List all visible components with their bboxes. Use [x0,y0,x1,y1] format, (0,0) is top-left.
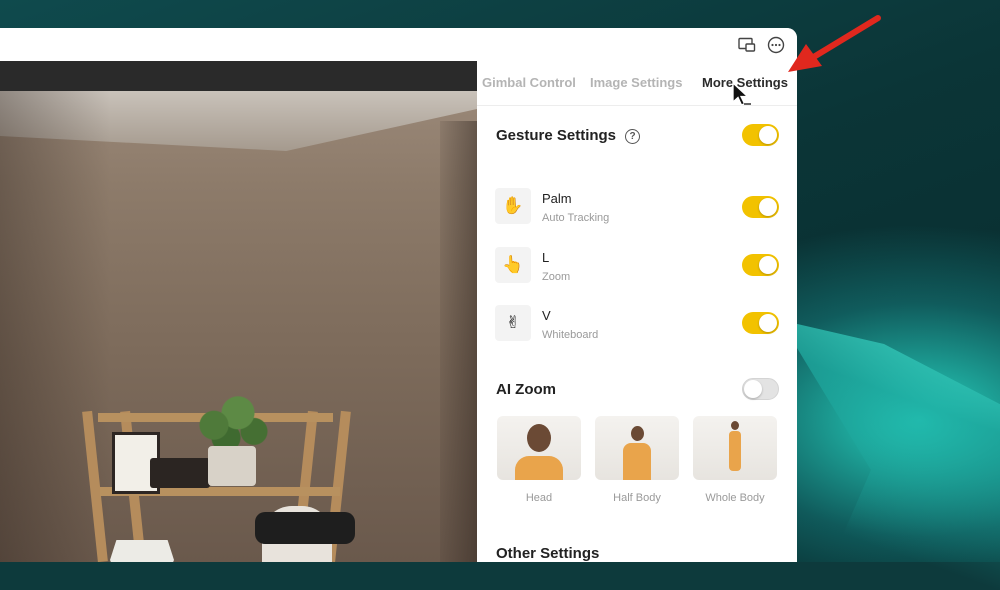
camera-preview [0,61,477,562]
annotation-arrow-icon [788,15,881,72]
tab-gimbal-control[interactable]: Gimbal Control [482,75,576,90]
help-icon[interactable]: ? [625,129,640,144]
gesture-name-l: L [542,250,550,265]
person-body-image [729,431,741,471]
l-gesture-toggle[interactable] [742,254,779,276]
ai-zoom-title: AI Zoom [496,381,556,398]
picture-in-picture-icon[interactable] [738,36,756,54]
other-settings-title: Other Settings [496,545,600,562]
ai-zoom-toggle[interactable] [742,378,779,400]
gesture-desc-v: Whiteboard [542,329,599,341]
vase [110,540,174,562]
gesture-settings-toggle[interactable] [742,124,779,146]
person-head-image [631,426,644,441]
ai-zoom-whole-body-card[interactable] [693,416,777,480]
palm-gesture-icon: ✋ [495,188,531,224]
toggle-knob [759,256,777,274]
person-head-image [731,421,739,430]
gesture-desc-l: Zoom [542,271,571,283]
person-head-image [527,424,551,452]
ai-zoom-head-card[interactable] [497,416,581,480]
palm-gesture-toggle[interactable] [742,196,779,218]
toggle-knob [759,314,777,332]
ai-zoom-whole-body-label: Whole Body [705,492,765,504]
plant-pot [208,446,256,486]
title-bar [0,28,797,61]
preview-toolbar [0,61,477,91]
gesture-settings-title: Gesture Settings [496,127,617,144]
toggle-knob [744,380,762,398]
gesture-desc-palm: Auto Tracking [542,212,610,224]
plant [190,388,270,450]
shelf-items [150,458,210,488]
vr-headset [255,512,355,544]
tab-image-settings[interactable]: Image Settings [590,75,682,90]
ai-zoom-half-body-label: Half Body [613,492,661,504]
gesture-name-palm: Palm [542,191,572,206]
gesture-name-v: V [542,308,551,323]
v-gesture-icon: ✌ [495,305,531,341]
person-body-image [515,456,563,480]
l-gesture-icon: 👆 [495,247,531,283]
mouse-cursor-icon [732,82,751,106]
toggle-knob [759,198,777,216]
room-corner [440,121,477,562]
toggle-knob [759,126,777,144]
ai-zoom-half-body-card[interactable] [595,416,679,480]
v-gesture-toggle[interactable] [742,312,779,334]
settings-panel: Gimbal Control Image Settings More Setti… [477,61,797,562]
ai-zoom-head-label: Head [525,492,553,504]
person-body-image [623,443,651,480]
app-window: Gimbal Control Image Settings More Setti… [0,28,797,562]
